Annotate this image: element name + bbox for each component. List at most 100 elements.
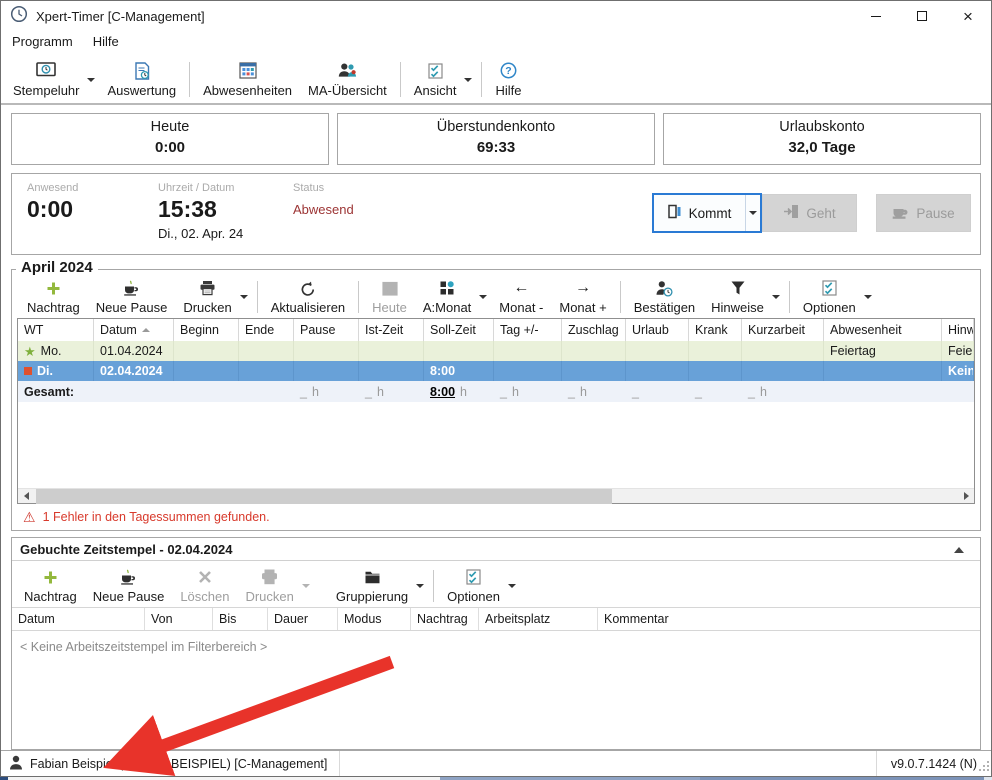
toolbar-button-optionen[interactable]: Optionen: [795, 277, 864, 317]
chevron-down-icon[interactable]: [240, 295, 248, 299]
toolbar-button-monat-plus[interactable]: → Monat +: [551, 277, 614, 317]
chevron-down-icon[interactable]: [479, 295, 487, 299]
chevron-down-icon[interactable]: [302, 584, 310, 588]
toolbar-button-loeschen[interactable]: Löschen: [172, 566, 237, 606]
column-header-pause[interactable]: Pause: [294, 319, 359, 341]
column-header-kurzarbeit[interactable]: Kurzarbeit: [742, 319, 824, 341]
geht-button[interactable]: Geht: [762, 194, 857, 232]
scrollbar-thumb[interactable]: [36, 489, 612, 504]
toolbar-button-optionen[interactable]: Optionen: [439, 566, 508, 606]
toolbar-button-monat-minus[interactable]: ← Monat -: [491, 277, 551, 317]
toolbar-separator: [257, 281, 258, 313]
menu-programm[interactable]: Programm: [5, 32, 80, 51]
chevron-down-icon[interactable]: [772, 295, 780, 299]
toolbar-button-hinweise[interactable]: Hinweise: [703, 277, 772, 317]
menu-hilfe[interactable]: Hilfe: [86, 32, 126, 51]
app-clock-icon: [10, 5, 28, 28]
toolbar-separator: [620, 281, 621, 313]
toolbar-button-drucken[interactable]: Drucken: [175, 277, 239, 317]
column-header-nachtrag[interactable]: Nachtrag: [411, 608, 479, 630]
chevron-down-icon[interactable]: [416, 584, 424, 588]
report-icon: [134, 62, 150, 80]
toolbar-button-ansicht[interactable]: Ansicht: [406, 60, 465, 100]
checklist-icon: [822, 279, 837, 297]
column-header-soll-zeit[interactable]: Soll-Zeit: [424, 319, 494, 341]
column-header-dauer[interactable]: Dauer: [268, 608, 338, 630]
toolbar-button-neue-pause[interactable]: Neue Pause: [88, 277, 176, 317]
column-header-wt[interactable]: WT: [18, 319, 94, 341]
toolbar-button-stempeluhr[interactable]: Stempeluhr: [5, 60, 87, 100]
toolbar-button-auswertung[interactable]: Auswertung: [99, 60, 184, 100]
column-header-von[interactable]: Von: [145, 608, 213, 630]
coffee-cup-icon: [892, 204, 909, 222]
toolbar-button-gruppierung[interactable]: Gruppierung: [328, 566, 416, 606]
column-header-zuschlag[interactable]: Zuschlag: [562, 319, 626, 341]
column-header-tag[interactable]: Tag +/-: [494, 319, 562, 341]
table-row-monday[interactable]: ★Mo. 01.04.2024 Feiertag Feiertag: [18, 341, 974, 361]
calendar-icon: 12: [382, 279, 398, 297]
toolbar-label: Ansicht: [414, 83, 457, 98]
maximize-button[interactable]: [899, 1, 945, 31]
scroll-left-icon[interactable]: [18, 489, 34, 503]
svg-text:12: 12: [386, 288, 394, 295]
column-header-hinweise[interactable]: Hinweise: [942, 319, 974, 341]
chevron-down-icon[interactable]: [864, 295, 872, 299]
column-header-kommentar[interactable]: Kommentar: [598, 608, 980, 630]
scroll-right-icon[interactable]: [958, 489, 974, 503]
arrow-left-icon: ←: [513, 279, 529, 297]
kommt-label: Kommt: [689, 206, 732, 221]
column-header-ende[interactable]: Ende: [239, 319, 294, 341]
month-table: WT Datum Beginn Ende Pause Ist-Zeit Soll…: [17, 318, 975, 504]
toolbar-separator: [481, 62, 482, 97]
toolbar-button-bestaetigen[interactable]: Bestätigen: [626, 277, 703, 317]
chevron-down-icon[interactable]: [508, 584, 516, 588]
chevron-down-icon[interactable]: [87, 78, 95, 82]
toolbar-separator: [189, 62, 190, 97]
toolbar-label: Heute: [372, 300, 407, 315]
column-header-krank[interactable]: Krank: [689, 319, 742, 341]
status-bar: Fabian Beispiel (FABIAN.BEISPIEL) [C-Man…: [1, 750, 991, 776]
column-header-arbeitsplatz[interactable]: Arbeitsplatz: [479, 608, 598, 630]
minimize-button[interactable]: [853, 1, 899, 31]
close-button[interactable]: ×: [945, 1, 991, 31]
kommt-dropdown[interactable]: [745, 195, 760, 231]
collapse-up-icon[interactable]: [954, 547, 964, 553]
delete-x-icon: [198, 568, 212, 586]
column-header-beginn[interactable]: Beginn: [174, 319, 239, 341]
resize-grip[interactable]: [979, 761, 989, 771]
toolbar-button-abwesenheiten[interactable]: Abwesenheiten: [195, 60, 300, 100]
chevron-down-icon[interactable]: [464, 78, 472, 82]
pause-button[interactable]: Pause: [876, 194, 971, 232]
toolbar-button-neue-pause[interactable]: Neue Pause: [85, 566, 173, 606]
toolbar-button-ma-uebersicht[interactable]: MA-Übersicht: [300, 60, 395, 100]
toolbar-button-heute[interactable]: 12 Heute: [364, 277, 415, 317]
error-message: ⚠ 1 Fehler in den Tagessummen gefunden.: [17, 504, 975, 527]
toolbar-label: Bestätigen: [634, 300, 695, 315]
toolbar-button-nachtrag[interactable]: Nachtrag: [16, 566, 85, 606]
toolbar-button-drucken[interactable]: Drucken: [237, 566, 301, 606]
kommt-button[interactable]: Kommt: [652, 193, 762, 233]
window-controls: ×: [853, 1, 991, 31]
toolbar-button-hilfe[interactable]: ? Hilfe: [487, 60, 529, 100]
column-header-abwesenheit[interactable]: Abwesenheit: [824, 319, 942, 341]
column-header-urlaub[interactable]: Urlaub: [626, 319, 689, 341]
refresh-icon: [300, 279, 316, 297]
column-header-datum[interactable]: Datum: [12, 608, 145, 630]
note-cell: Feiertag: [948, 344, 974, 358]
column-header-datum[interactable]: Datum: [94, 319, 174, 341]
toolbar-label: A:Monat: [423, 300, 471, 315]
menu-bar: Programm Hilfe: [1, 31, 991, 56]
column-header-modus[interactable]: Modus: [338, 608, 411, 630]
toolbar-button-a-monat[interactable]: A:Monat: [415, 277, 479, 317]
table-row-tuesday-selected[interactable]: Di. 02.04.2024 8:00 Keine: [18, 361, 974, 381]
toolbar-button-aktualisieren[interactable]: Aktualisieren: [263, 277, 353, 317]
checklist-icon: [466, 568, 481, 586]
summary-value: 69:33: [338, 139, 654, 156]
coffee-cup-icon: [123, 279, 140, 297]
toolbar-button-nachtrag[interactable]: Nachtrag: [19, 277, 88, 317]
plus-icon: [43, 568, 58, 586]
column-header-ist-zeit[interactable]: Ist-Zeit: [359, 319, 424, 341]
summary-value: 32,0 Tage: [664, 139, 980, 156]
horizontal-scrollbar[interactable]: [18, 488, 974, 503]
column-header-bis[interactable]: Bis: [213, 608, 268, 630]
